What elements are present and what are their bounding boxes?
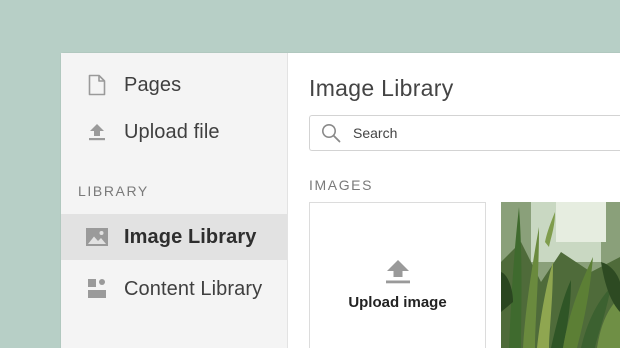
upload-image-label: Upload image: [348, 294, 447, 311]
search-input[interactable]: [351, 124, 605, 142]
plant-photo: [501, 202, 620, 348]
library-section-label: LIBRARY: [78, 183, 149, 199]
upload-icon: [86, 121, 108, 143]
search-box[interactable]: [309, 115, 620, 151]
upload-image-button[interactable]: Upload image: [309, 202, 486, 348]
sidebar-item-pages[interactable]: Pages: [61, 62, 287, 108]
sidebar-item-label: Content Library: [124, 277, 263, 300]
page-icon: [86, 74, 108, 96]
sidebar-item-upload-file[interactable]: Upload file: [61, 109, 287, 155]
sidebar-item-label: Image Library: [124, 225, 257, 248]
image-icon: [86, 226, 108, 248]
app-window: Pages Upload file LIBRARY Image Library: [61, 53, 620, 348]
search-icon: [321, 123, 341, 143]
page-title: Image Library: [309, 75, 454, 101]
upload-icon: [384, 258, 412, 286]
sidebar-item-label: Pages: [124, 73, 182, 96]
content-blocks-icon: [86, 278, 108, 300]
image-thumbnail[interactable]: [501, 202, 620, 348]
sidebar-item-content-library[interactable]: Content Library: [61, 266, 287, 312]
main-content: Image Library IMAGES Upload image: [288, 53, 620, 348]
sidebar-item-label: Upload file: [124, 120, 220, 143]
sidebar-item-image-library[interactable]: Image Library: [61, 214, 287, 260]
sidebar: Pages Upload file LIBRARY Image Library: [61, 53, 288, 348]
images-section-label: IMAGES: [309, 177, 374, 193]
